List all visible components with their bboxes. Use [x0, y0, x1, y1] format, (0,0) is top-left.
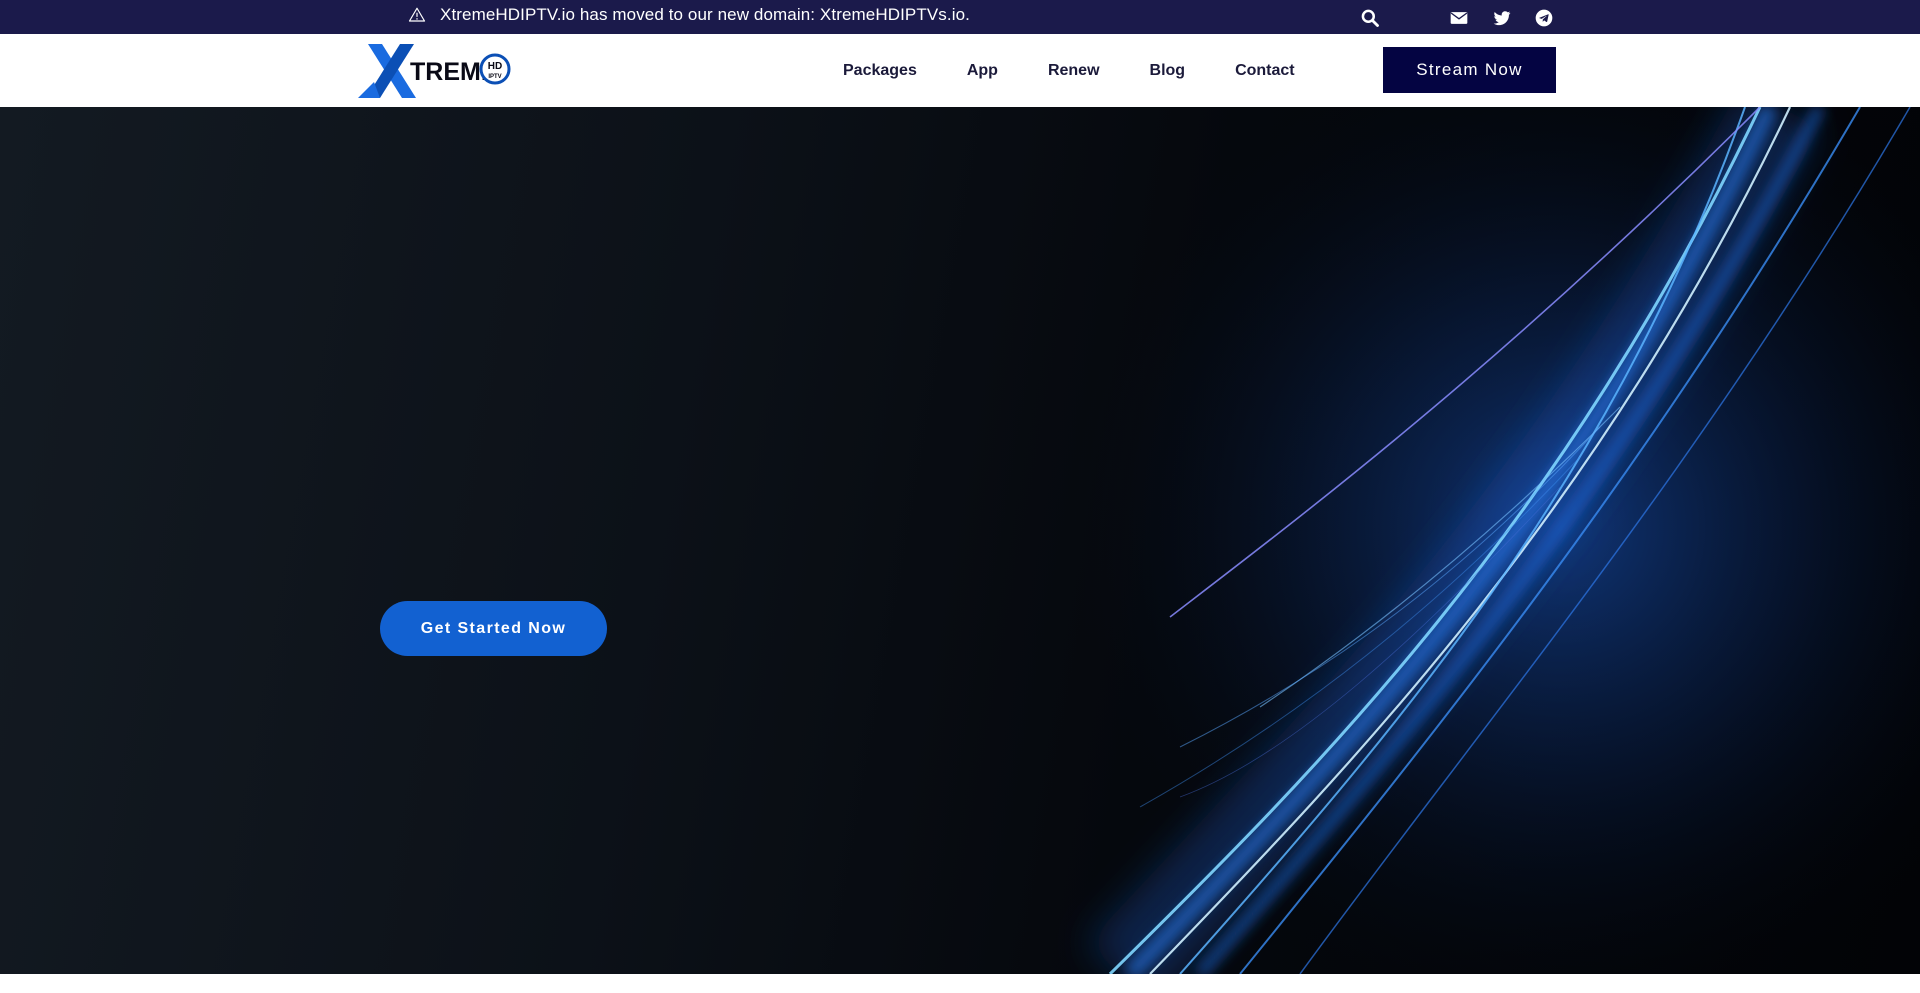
nav-item-contact[interactable]: Contact	[1210, 62, 1320, 80]
nav-item-renew[interactable]: Renew	[1023, 62, 1125, 80]
hero-light-streaks-background	[0, 107, 1920, 974]
main-nav: Packages App Renew Blog Contact	[818, 34, 1320, 107]
hero-section: Get Started Now	[0, 107, 1920, 974]
site-header: TREME HD IPTV Packages App Renew Blog Co…	[0, 34, 1920, 107]
page-bottom-edge	[0, 974, 1920, 993]
svg-text:IPTV: IPTV	[488, 74, 501, 80]
stream-now-button[interactable]: Stream Now	[1383, 47, 1556, 93]
twitter-icon[interactable]	[1492, 8, 1512, 28]
announcement: XtremeHDIPTV.io has moved to our new dom…	[408, 5, 970, 25]
announcement-text: XtremeHDIPTV.io has moved to our new dom…	[440, 5, 970, 24]
search-icon[interactable]	[1360, 8, 1380, 28]
get-started-button[interactable]: Get Started Now	[380, 601, 607, 656]
announcement-bar: XtremeHDIPTV.io has moved to our new dom…	[0, 0, 1920, 34]
telegram-icon[interactable]	[1534, 8, 1554, 28]
nav-item-packages[interactable]: Packages	[818, 62, 942, 80]
nav-item-app[interactable]: App	[942, 62, 1023, 80]
mail-icon[interactable]	[1449, 8, 1469, 28]
warning-icon	[408, 7, 426, 22]
nav-item-blog[interactable]: Blog	[1125, 62, 1211, 80]
xtreme-hd-iptv-logo[interactable]: TREME HD IPTV	[358, 42, 512, 100]
svg-text:HD: HD	[488, 61, 502, 72]
